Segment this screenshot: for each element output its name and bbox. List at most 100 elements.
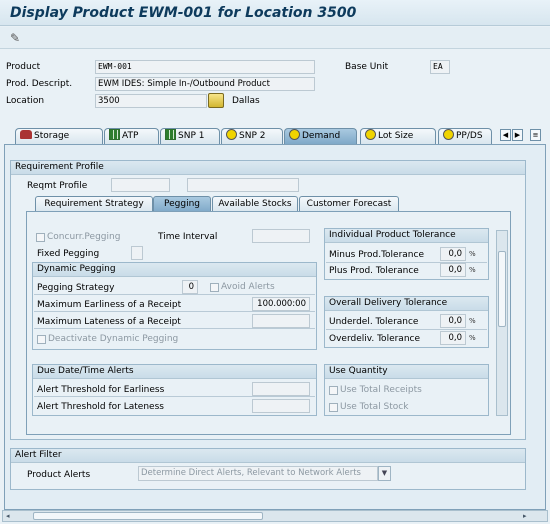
horizontal-scrollbar[interactable]: ◂ ▸ <box>2 510 548 522</box>
application-toolbar: ✎ <box>0 27 550 49</box>
tab-label: Lot Size <box>378 131 414 141</box>
tab-lot-size[interactable]: Lot Size <box>360 128 436 144</box>
tab-demand[interactable]: Demand <box>284 128 357 144</box>
alert-lateness-label: Alert Threshold for Lateness <box>37 402 164 412</box>
dynamic-pegging-title: Dynamic Pegging <box>33 263 316 277</box>
subtab-requirement-strategy[interactable]: Requirement Strategy <box>35 196 153 212</box>
divider <box>34 294 315 295</box>
plus-tolerance-field: 0,0 <box>440 263 466 277</box>
fixed-pegging-field <box>131 246 143 260</box>
pencil-glasses-icon[interactable]: ✎ <box>6 30 24 46</box>
use-total-receipts-label: Use Total Receipts <box>340 385 422 395</box>
time-interval-field <box>252 229 310 243</box>
underdel-tolerance-field: 0,0 <box>440 314 466 328</box>
max-earliness-label: Maximum Earliness of a Receipt <box>37 300 182 310</box>
scrollbar-thumb[interactable] <box>498 251 506 327</box>
minus-tolerance-field: 0,0 <box>440 247 466 261</box>
plus-tolerance-label: Plus Prod. Tolerance <box>329 266 419 276</box>
prod-descript-label: Prod. Descript. <box>6 79 73 89</box>
main-tabstrip: Storage ATP SNP 1 SNP 2 Demand Lot Size … <box>0 126 550 144</box>
chevron-down-icon[interactable]: ▼ <box>378 466 391 481</box>
concurr-pegging-label: Concurr.Pegging <box>47 232 121 242</box>
alert-lateness-field <box>252 399 310 413</box>
reqmt-profile-descr-field <box>187 178 299 192</box>
divider <box>34 311 315 312</box>
title-bar: Display Product EWM-001 for Location 350… <box>0 0 550 26</box>
overdeliv-tolerance-field: 0,0 <box>440 331 466 345</box>
max-lateness-label: Maximum Lateness of a Receipt <box>37 317 181 327</box>
percent-unit: % <box>469 334 476 342</box>
scroll-left-icon[interactable]: ◂ <box>6 512 14 520</box>
requirement-profile-title: Requirement Profile <box>11 161 525 175</box>
tab-scroll-left-icon[interactable]: ◀ <box>500 129 511 141</box>
subtab-pegging[interactable]: Pegging <box>153 196 211 212</box>
deactivate-dynamic-pegging-label: Deactivate Dynamic Pegging <box>48 334 179 344</box>
scroll-right-icon[interactable]: ▸ <box>523 512 531 520</box>
fixed-pegging-label: Fixed Pegging <box>37 249 100 259</box>
prod-descript-field: EWM IDES: Simple In-/Outbound Product <box>95 77 315 91</box>
scrollbar-thumb[interactable] <box>33 512 263 520</box>
car-icon <box>20 130 32 139</box>
alert-filter-title: Alert Filter <box>11 449 525 463</box>
alert-earliness-field <box>252 382 310 396</box>
base-unit-label: Base Unit <box>345 62 389 72</box>
circle-icon <box>365 129 376 140</box>
underdel-tolerance-label: Underdel. Tolerance <box>329 317 419 327</box>
pegging-strategy-label: Pegging Strategy <box>37 283 115 293</box>
due-alerts-title: Due Date/Time Alerts <box>33 365 316 379</box>
tab-snp1[interactable]: SNP 1 <box>160 128 220 144</box>
overdeliv-tolerance-label: Overdeliv. Tolerance <box>329 334 421 344</box>
subtab-available-stocks[interactable]: Available Stocks <box>212 196 298 212</box>
tab-list-icon[interactable]: ≡ <box>530 129 541 141</box>
location-label: Location <box>6 96 45 106</box>
deactivate-dynamic-pegging-checkbox[interactable] <box>37 335 46 344</box>
tab-label: Demand <box>302 131 341 141</box>
tab-label: SNP 1 <box>178 131 205 141</box>
circle-icon <box>289 129 300 140</box>
product-label: Product <box>6 62 41 72</box>
divider <box>326 329 487 330</box>
location-search-icon[interactable] <box>208 93 224 108</box>
location-name: Dallas <box>232 96 260 106</box>
tab-storage[interactable]: Storage <box>15 128 103 144</box>
minus-tolerance-label: Minus Prod.Tolerance <box>329 250 424 260</box>
max-earliness-field: 100.000:00 <box>252 297 310 311</box>
avoid-alerts-checkbox[interactable] <box>210 283 219 292</box>
divider <box>34 328 315 329</box>
reqmt-profile-label: Reqmt Profile <box>27 181 88 191</box>
circle-icon <box>226 129 237 140</box>
delivery-tolerance-title: Overall Delivery Tolerance <box>325 297 488 311</box>
window-title: Display Product EWM-001 for Location 350… <box>10 5 357 21</box>
avoid-alerts-label: Avoid Alerts <box>221 282 275 292</box>
product-alerts-label: Product Alerts <box>27 470 91 480</box>
product-tolerance-title: Individual Product Tolerance <box>325 229 488 243</box>
use-quantity-title: Use Quantity <box>325 365 488 379</box>
location-field: 3500 <box>95 94 207 108</box>
max-lateness-field <box>252 314 310 328</box>
grid-icon <box>109 129 120 140</box>
pegging-strategy-field: 0 <box>182 280 198 294</box>
tab-label: PP/DS <box>456 131 483 141</box>
concurr-pegging-checkbox[interactable] <box>36 233 45 242</box>
circle-icon <box>443 129 454 140</box>
percent-unit: % <box>469 266 476 274</box>
percent-unit: % <box>469 317 476 325</box>
base-unit-field: EA <box>430 60 450 74</box>
use-total-receipts-checkbox[interactable] <box>329 386 338 395</box>
product-field: EWM-001 <box>95 60 315 74</box>
tab-label: SNP 2 <box>239 131 266 141</box>
tab-atp[interactable]: ATP <box>104 128 159 144</box>
divider <box>34 396 315 397</box>
tab-label: ATP <box>122 131 139 141</box>
tab-scroll-right-icon[interactable]: ▶ <box>512 129 523 141</box>
tab-ppds[interactable]: PP/DS <box>438 128 492 144</box>
product-alerts-select[interactable]: Determine Direct Alerts, Relevant to Net… <box>138 466 378 481</box>
reqmt-profile-field <box>111 178 170 192</box>
vertical-scrollbar[interactable] <box>496 230 508 416</box>
tab-label: Storage <box>34 131 70 141</box>
time-interval-label: Time Interval <box>158 232 218 242</box>
subtab-customer-forecast[interactable]: Customer Forecast <box>299 196 399 212</box>
percent-unit: % <box>469 250 476 258</box>
tab-snp2[interactable]: SNP 2 <box>221 128 283 144</box>
use-total-stock-checkbox[interactable] <box>329 403 338 412</box>
